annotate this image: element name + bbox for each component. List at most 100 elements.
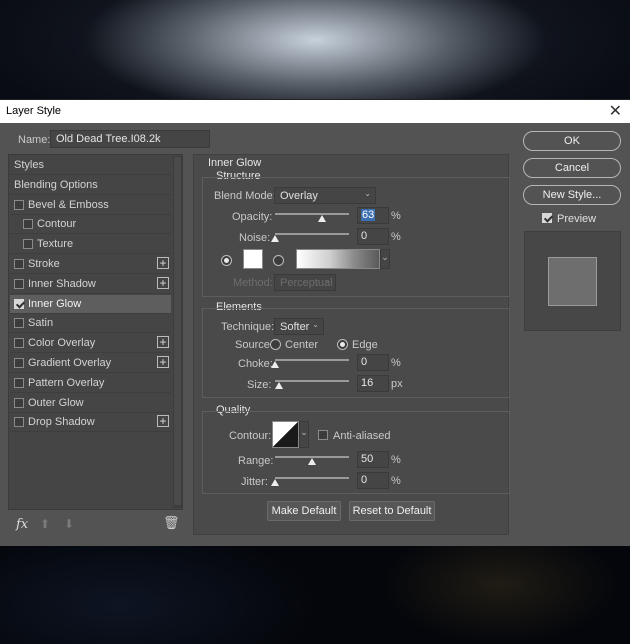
- size-slider-thumb[interactable]: [275, 382, 284, 389]
- gradient-preview[interactable]: [296, 249, 380, 269]
- styles-footer: fx ⬆ ⬇ 🗑: [8, 511, 183, 541]
- contour-preview[interactable]: [272, 421, 299, 448]
- sidebar-checkbox[interactable]: [14, 278, 24, 289]
- sidebar-item-styles[interactable]: Styles: [10, 156, 171, 175]
- range-label: Range:: [238, 455, 274, 467]
- reset-to-default-button[interactable]: Reset to Default: [349, 501, 435, 521]
- sidebar-item-pattern-overlay[interactable]: Pattern Overlay: [10, 374, 171, 393]
- opacity-input[interactable]: 63: [357, 207, 389, 224]
- choke-slider-track[interactable]: [275, 359, 349, 361]
- technique-dropdown[interactable]: Softer ⌄: [274, 318, 324, 335]
- range-input[interactable]: 50: [357, 451, 389, 468]
- source-center-radio[interactable]: [270, 339, 281, 350]
- trash-icon[interactable]: 🗑: [163, 515, 180, 531]
- sidebar-item-gradient-overlay[interactable]: Gradient Overlay +: [10, 354, 171, 373]
- sidebar-checkbox[interactable]: [23, 239, 33, 250]
- opacity-unit: %: [391, 210, 401, 222]
- preview-checkbox[interactable]: [542, 213, 552, 223]
- blend-mode-label: Blend Mode:: [214, 190, 276, 202]
- dialog-body: Name: Old Dead Tree.I08.2k Styles Blendin…: [0, 123, 630, 546]
- sidebar-item-outer-glow[interactable]: Outer Glow: [10, 394, 171, 413]
- technique-label: Technique:: [221, 321, 275, 333]
- sidebar-item-label: Inner Shadow: [28, 277, 96, 290]
- jitter-input[interactable]: 0: [357, 472, 389, 489]
- source-center-label: Center: [285, 339, 319, 351]
- sidebar-checkbox[interactable]: [14, 298, 24, 309]
- gradient-picker-chevron-icon[interactable]: ⌄: [380, 249, 390, 269]
- gradient-radio[interactable]: [273, 255, 284, 266]
- layer-style-dialog: Layer Style ✕ Name: Old Dead Tree.I08.2k…: [0, 99, 630, 546]
- sidebar-checkbox[interactable]: [14, 259, 24, 269]
- jitter-slider-thumb[interactable]: [271, 479, 279, 486]
- choke-slider-thumb[interactable]: [271, 361, 279, 368]
- new-style-button[interactable]: New Style...: [523, 185, 621, 205]
- sidebar-item-color-overlay[interactable]: Color Overlay +: [10, 334, 171, 354]
- sidebar-checkbox[interactable]: [14, 358, 24, 368]
- sidebar-item-bevel-emboss[interactable]: Bevel & Emboss: [10, 196, 171, 215]
- sidebar-item-stroke[interactable]: Stroke +: [10, 255, 171, 274]
- source-label: Source:: [235, 339, 273, 351]
- noise-slider-track[interactable]: [275, 233, 349, 235]
- move-up-icon[interactable]: ⬆: [40, 517, 50, 531]
- sidebar-item-label: Drop Shadow: [28, 416, 95, 429]
- size-label: Size:: [247, 379, 272, 391]
- noise-slider-thumb[interactable]: [271, 235, 279, 242]
- styles-scrollbar-thumb[interactable]: [174, 157, 181, 505]
- fx-icon[interactable]: fx: [16, 517, 28, 532]
- size-input[interactable]: 16: [357, 375, 389, 392]
- range-slider-thumb[interactable]: [308, 458, 316, 465]
- title-bar: Layer Style ✕: [0, 100, 630, 123]
- sidebar-checkbox[interactable]: [14, 377, 24, 388]
- range-unit: %: [391, 454, 401, 466]
- sidebar-item-satin[interactable]: Satin: [10, 314, 171, 334]
- close-icon[interactable]: ✕: [609, 101, 622, 121]
- sidebar-item-blending-options[interactable]: Blending Options: [10, 176, 171, 195]
- sidebar-item-label: Texture: [37, 238, 74, 251]
- contour-picker-chevron-icon[interactable]: ⌄: [299, 421, 309, 448]
- sidebar-item-inner-shadow[interactable]: Inner Shadow +: [10, 275, 171, 294]
- sidebar-checkbox[interactable]: [14, 417, 24, 428]
- name-label: Name:: [18, 134, 51, 146]
- jitter-label: Jitter:: [241, 476, 268, 488]
- add-effect-icon[interactable]: +: [157, 415, 169, 428]
- choke-unit: %: [391, 357, 401, 369]
- solid-color-radio[interactable]: [221, 255, 232, 266]
- opacity-slider-thumb[interactable]: [317, 215, 326, 222]
- jitter-slider-track[interactable]: [275, 477, 349, 479]
- opacity-slider-track[interactable]: [275, 213, 349, 215]
- source-edge-radio[interactable]: [337, 339, 348, 350]
- blend-mode-value: Overlay: [280, 190, 318, 202]
- sidebar-item-texture[interactable]: Texture: [10, 235, 171, 255]
- glow-color-swatch[interactable]: [243, 249, 263, 269]
- anti-aliased-label: Anti-aliased: [333, 430, 391, 442]
- make-default-button[interactable]: Make Default: [267, 501, 341, 521]
- add-effect-icon[interactable]: +: [157, 257, 169, 269]
- size-slider-track[interactable]: [275, 380, 349, 382]
- add-effect-icon[interactable]: +: [157, 336, 169, 349]
- preview-swatch: [548, 257, 597, 306]
- cancel-button[interactable]: Cancel: [523, 158, 621, 178]
- sidebar-item-label: Bevel & Emboss: [28, 198, 109, 211]
- contour-label: Contour:: [229, 430, 272, 442]
- sidebar-item-contour[interactable]: Contour: [10, 215, 171, 235]
- sidebar-checkbox[interactable]: [23, 219, 33, 230]
- dialog-title: Layer Style: [6, 105, 62, 117]
- choke-input[interactable]: 0: [357, 354, 389, 371]
- ok-button[interactable]: OK: [523, 131, 621, 151]
- noise-input[interactable]: 0: [357, 228, 389, 245]
- source-edge-label: Edge: [352, 339, 378, 351]
- sidebar-checkbox[interactable]: [14, 338, 24, 349]
- anti-aliased-checkbox[interactable]: [318, 430, 328, 440]
- chevron-down-icon: ⌄: [312, 320, 319, 329]
- add-effect-icon[interactable]: +: [157, 276, 169, 289]
- sidebar-item-inner-glow[interactable]: Inner Glow: [10, 294, 171, 314]
- add-effect-icon[interactable]: +: [157, 356, 169, 368]
- sidebar-checkbox[interactable]: [14, 199, 24, 210]
- blend-mode-dropdown[interactable]: Overlay ⌄: [274, 187, 376, 204]
- move-down-icon[interactable]: ⬇: [64, 517, 74, 531]
- sidebar-item-drop-shadow[interactable]: Drop Shadow +: [10, 413, 171, 433]
- sidebar-checkbox[interactable]: [14, 397, 24, 408]
- sidebar-checkbox[interactable]: [14, 318, 24, 329]
- name-field[interactable]: Old Dead Tree.I08.2k: [50, 130, 210, 148]
- jitter-unit: %: [391, 475, 401, 487]
